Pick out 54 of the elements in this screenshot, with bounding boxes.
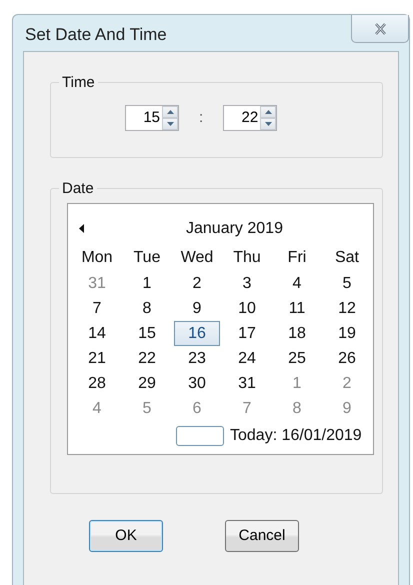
- calendar-day[interactable]: 25: [274, 346, 320, 371]
- calendar-day[interactable]: 29: [124, 371, 170, 396]
- calendar-day[interactable]: 19: [324, 321, 370, 346]
- calendar-day[interactable]: 21: [74, 346, 120, 371]
- close-icon: [374, 22, 386, 34]
- calendar-day[interactable]: 11: [274, 296, 320, 321]
- today-link[interactable]: Today: 16/01/2019: [230, 424, 362, 448]
- weekday-header: Tue: [132, 248, 162, 268]
- calendar-day[interactable]: 7: [224, 396, 270, 421]
- time-separator: :: [199, 108, 204, 128]
- calendar[interactable]: January 2019 Mon Tue Wed Thu Fri Sat 31 1 2 3 4 5 7 8 9 10 11 12 14 15 16 17 18 19 21 22 23 24 25 26 28 29 30 31 1 2 4 5 6 7 8 9 Today: 16/01/2019: [67, 203, 374, 455]
- calendar-day[interactable]: 10: [224, 296, 270, 321]
- calendar-day[interactable]: 26: [324, 346, 370, 371]
- calendar-day[interactable]: 17: [224, 321, 270, 346]
- calendar-day[interactable]: 12: [324, 296, 370, 321]
- calendar-day[interactable]: 31: [74, 271, 120, 296]
- hour-spinner[interactable]: 15: [125, 105, 179, 131]
- calendar-day[interactable]: 5: [124, 396, 170, 421]
- calendar-day[interactable]: 2: [324, 371, 370, 396]
- calendar-day[interactable]: 28: [74, 371, 120, 396]
- calendar-day[interactable]: 1: [124, 271, 170, 296]
- ok-button[interactable]: OK: [89, 520, 163, 552]
- calendar-day[interactable]: 8: [124, 296, 170, 321]
- calendar-day[interactable]: 16: [174, 321, 220, 346]
- month-title[interactable]: January 2019: [186, 217, 283, 241]
- calendar-day[interactable]: 9: [174, 296, 220, 321]
- calendar-day[interactable]: 24: [224, 346, 270, 371]
- calendar-day[interactable]: 1: [274, 371, 320, 396]
- calendar-day[interactable]: 5: [324, 271, 370, 296]
- calendar-day[interactable]: 30: [174, 371, 220, 396]
- calendar-day[interactable]: 14: [74, 321, 120, 346]
- calendar-day[interactable]: 9: [324, 396, 370, 421]
- calendar-day[interactable]: 3: [224, 271, 270, 296]
- weekday-header: Sat: [334, 248, 360, 268]
- today-marker-icon: [176, 426, 224, 446]
- window-title: Set Date And Time: [24, 24, 167, 46]
- calendar-day[interactable]: 31: [224, 371, 270, 396]
- calendar-day[interactable]: 4: [74, 396, 120, 421]
- calendar-day[interactable]: 15: [124, 321, 170, 346]
- weekday-header: Wed: [180, 248, 214, 268]
- calendar-day[interactable]: 6: [174, 396, 220, 421]
- calendar-day[interactable]: 8: [274, 396, 320, 421]
- minute-spinner[interactable]: 22: [223, 105, 278, 131]
- close-button[interactable]: [351, 15, 409, 43]
- calendar-day[interactable]: 4: [274, 271, 320, 296]
- weekday-header: Mon: [80, 248, 114, 268]
- calendar-day[interactable]: 7: [74, 296, 120, 321]
- calendar-day[interactable]: 23: [174, 346, 220, 371]
- weekday-header: Thu: [232, 248, 262, 268]
- calendar-day[interactable]: 2: [174, 271, 220, 296]
- weekday-header: Fri: [286, 248, 308, 268]
- calendar-day[interactable]: 22: [124, 346, 170, 371]
- calendar-day[interactable]: 18: [274, 321, 320, 346]
- cancel-button[interactable]: Cancel: [225, 520, 299, 552]
